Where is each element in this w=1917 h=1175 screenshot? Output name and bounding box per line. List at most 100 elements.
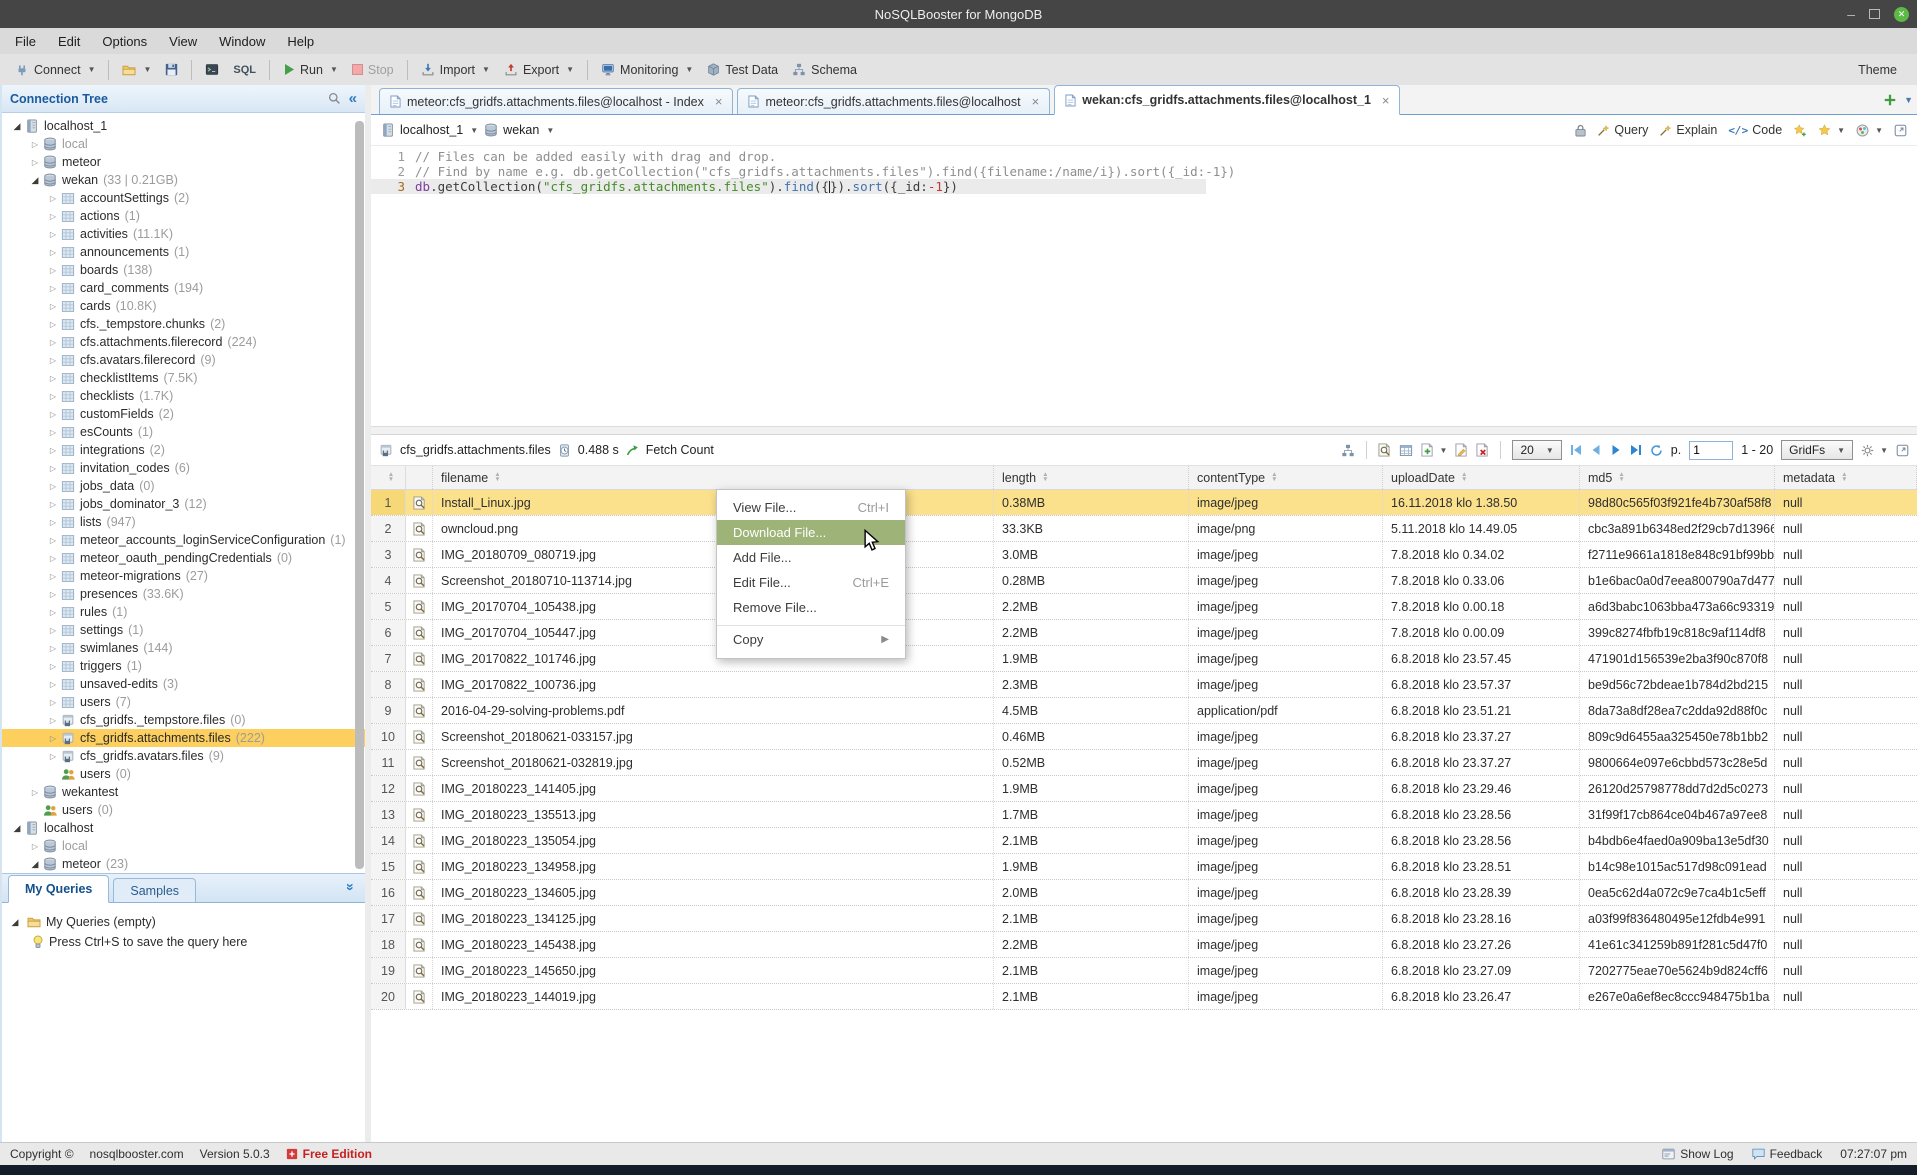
preview-file-icon[interactable] <box>406 542 433 567</box>
tree-item[interactable]: ▷ checklists (1.7K) <box>2 387 365 405</box>
preview-file-icon[interactable] <box>406 828 433 853</box>
preview-file-icon[interactable] <box>406 672 433 697</box>
edition-badge[interactable]: Free Edition <box>286 1147 372 1161</box>
expander-icon[interactable]: ▷ <box>46 680 60 689</box>
expander-icon[interactable]: ▷ <box>46 590 60 599</box>
connection-selector[interactable]: localhost_1▼ <box>381 123 478 137</box>
expander-icon[interactable]: ▷ <box>28 158 42 167</box>
expander-icon[interactable]: ◢ <box>8 917 22 928</box>
tree-item[interactable]: users (0) <box>2 765 365 783</box>
table-row[interactable]: 1 Install_Linux.jpg 0.38MB image/jpeg 16… <box>371 490 1917 516</box>
tree-item[interactable]: ▷ lists (947) <box>2 513 365 531</box>
tree-item[interactable]: ▷ meteor_oauth_pendingCredentials (0) <box>2 549 365 567</box>
results-settings-button[interactable]: ▼ <box>1861 444 1888 457</box>
new-tab-button[interactable] <box>1883 93 1897 107</box>
context-menu-item[interactable]: Edit File... Ctrl+E <box>717 570 905 595</box>
maximize-editor-icon[interactable] <box>1894 124 1907 137</box>
schema-button[interactable]: Schema <box>785 60 864 80</box>
expander-icon[interactable]: ▷ <box>46 320 60 329</box>
monitoring-button[interactable]: Monitoring▼ <box>594 60 700 80</box>
sql-button[interactable]: SQL <box>226 61 263 79</box>
expander-icon[interactable]: ▷ <box>46 428 60 437</box>
stop-button[interactable]: Stop <box>345 60 401 80</box>
view-document-icon[interactable] <box>1378 443 1391 457</box>
delete-document-icon[interactable] <box>1476 443 1489 457</box>
editor-tab[interactable]: meteor:cfs_gridfs.attachments.files@loca… <box>737 88 1050 114</box>
tree-item[interactable]: ◢ localhost_1 <box>2 117 365 135</box>
preview-file-icon[interactable] <box>406 854 433 879</box>
table-row[interactable]: 14 IMG_20180223_135054.jpg 2.1MB image/j… <box>371 828 1917 854</box>
schema-view-icon[interactable] <box>1341 444 1355 457</box>
expander-icon[interactable]: ▷ <box>28 788 42 797</box>
expander-icon[interactable]: ▷ <box>46 392 60 401</box>
last-page-icon[interactable] <box>1630 444 1642 456</box>
header-filename[interactable]: filename▲▼ <box>433 466 994 489</box>
tree-item[interactable]: ▷ jobs_dominator_3 (12) <box>2 495 365 513</box>
preview-file-icon[interactable] <box>406 698 433 723</box>
expander-icon[interactable]: ▷ <box>46 644 60 653</box>
preview-file-icon[interactable] <box>406 984 433 1009</box>
expander-icon[interactable]: ▷ <box>28 140 42 149</box>
tree-item[interactable]: ▷ swimlanes (144) <box>2 639 365 657</box>
import-button[interactable]: Import▼ <box>414 60 497 80</box>
code-line[interactable]: 2// Find by name e.g. db.getCollection("… <box>371 164 1917 179</box>
maximize-results-icon[interactable] <box>1896 444 1909 457</box>
context-menu-item[interactable]: Copy ▶ <box>717 625 905 653</box>
header-md5[interactable]: md5▲▼ <box>1580 466 1775 489</box>
tree-item[interactable]: ▷ esCounts (1) <box>2 423 365 441</box>
edit-document-icon[interactable] <box>1455 443 1468 457</box>
code-line[interactable]: 1// Files can be added easily with drag … <box>371 149 1917 164</box>
table-row[interactable]: 6 IMG_20170704_105447.jpg 2.2MB image/jp… <box>371 620 1917 646</box>
maximize-button[interactable] <box>1869 9 1880 19</box>
expander-icon[interactable]: ▷ <box>46 446 60 455</box>
tab-list-icon[interactable]: ▼ <box>1904 95 1913 105</box>
my-queries-folder[interactable]: ◢ My Queries (empty) <box>8 912 365 932</box>
page-size-select[interactable]: 20▼ <box>1512 440 1561 460</box>
preview-file-icon[interactable] <box>406 880 433 905</box>
preview-file-icon[interactable] <box>406 776 433 801</box>
table-row[interactable]: 13 IMG_20180223_135513.jpg 1.7MB image/j… <box>371 802 1917 828</box>
table-view-icon[interactable] <box>1399 444 1413 457</box>
tree-item[interactable]: ▷ invitation_codes (6) <box>2 459 365 477</box>
table-row[interactable]: 17 IMG_20180223_134125.jpg 2.1MB image/j… <box>371 906 1917 932</box>
preview-file-icon[interactable] <box>406 646 433 671</box>
expander-icon[interactable]: ▷ <box>46 212 60 221</box>
tree-item[interactable]: ▷ cards (10.8K) <box>2 297 365 315</box>
expander-icon[interactable]: ▷ <box>46 302 60 311</box>
table-row[interactable]: 20 IMG_20180223_144019.jpg 2.1MB image/j… <box>371 984 1917 1010</box>
tree-item[interactable]: ▷ boards (138) <box>2 261 365 279</box>
header-metadata[interactable]: metadata▲▼ <box>1775 466 1917 489</box>
close-button[interactable]: ✕ <box>1894 7 1909 22</box>
tree-item[interactable]: ▷ unsaved-edits (3) <box>2 675 365 693</box>
table-row[interactable]: 15 IMG_20180223_134958.jpg 1.9MB image/j… <box>371 854 1917 880</box>
tree-item[interactable]: ▷ cfs.attachments.filerecord (224) <box>2 333 365 351</box>
expander-icon[interactable]: ◢ <box>28 859 42 870</box>
menu-item[interactable]: File <box>4 28 47 54</box>
save-button[interactable] <box>158 60 185 79</box>
expander-icon[interactable]: ▷ <box>46 626 60 635</box>
expander-icon[interactable]: ◢ <box>28 175 42 186</box>
tab-my-queries[interactable]: My Queries <box>8 875 109 903</box>
feedback-button[interactable]: Feedback <box>1752 1147 1823 1161</box>
tree-item[interactable]: ▷ card_comments (194) <box>2 279 365 297</box>
expander-icon[interactable]: ▷ <box>46 374 60 383</box>
page-number-input[interactable] <box>1689 441 1733 460</box>
expander-icon[interactable]: ▷ <box>46 536 60 545</box>
close-tab-icon[interactable]: × <box>1382 93 1390 108</box>
expander-icon[interactable]: ▷ <box>46 356 60 365</box>
expander-icon[interactable]: ▷ <box>46 464 60 473</box>
tree-item[interactable]: ▷ announcements (1) <box>2 243 365 261</box>
preview-file-icon[interactable] <box>406 620 433 645</box>
connect-button[interactable]: Connect▼ <box>8 60 102 80</box>
preview-file-icon[interactable] <box>406 594 433 619</box>
preview-file-icon[interactable] <box>406 906 433 931</box>
menu-item[interactable]: Window <box>208 28 276 54</box>
tree-item[interactable]: ▷ jobs_data (0) <box>2 477 365 495</box>
expander-icon[interactable]: ▷ <box>28 842 42 851</box>
tree-item[interactable]: ▷ activities (11.1K) <box>2 225 365 243</box>
header-length[interactable]: length▲▼ <box>994 466 1189 489</box>
expander-icon[interactable]: ◢ <box>10 121 24 132</box>
tree-item[interactable]: ▷ presences (33.6K) <box>2 585 365 603</box>
next-page-icon[interactable] <box>1610 444 1622 456</box>
expander-icon[interactable]: ▷ <box>46 482 60 491</box>
